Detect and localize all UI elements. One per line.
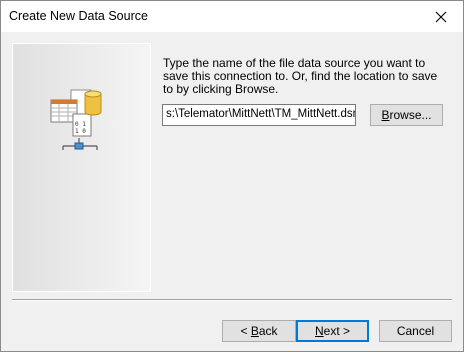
- wizard-image-panel: 0 1 1 0: [12, 43, 151, 292]
- next-button[interactable]: Next >: [296, 320, 369, 342]
- browse-button[interactable]: Browse...: [370, 104, 443, 126]
- next-label: ext >: [323, 324, 351, 338]
- close-button[interactable]: [418, 1, 463, 32]
- create-new-data-source-dialog: Create New Data Source 0 1 1 0 Type the …: [0, 0, 464, 352]
- back-arrow: <: [240, 324, 251, 338]
- browse-label: rowse...: [389, 108, 432, 122]
- window-title: Create New Data Source: [9, 9, 148, 23]
- button-separator: [12, 299, 452, 301]
- file-data-source-path-input[interactable]: s:\Telemator\MittNett\TM_MittNett.dsn: [162, 104, 356, 126]
- cancel-button[interactable]: Cancel: [379, 320, 452, 342]
- cancel-label: Cancel: [396, 324, 435, 338]
- back-button[interactable]: < Back: [222, 320, 296, 342]
- next-accelerator: N: [314, 324, 324, 338]
- title-bar: Create New Data Source: [1, 1, 463, 32]
- svg-text:1 0: 1 0: [75, 128, 86, 135]
- data-source-wizard-icon: 0 1 1 0: [50, 89, 102, 150]
- back-accelerator: B: [250, 324, 259, 338]
- browse-accelerator: B: [381, 108, 390, 122]
- svg-text:0 1: 0 1: [75, 121, 86, 128]
- back-label: ack: [258, 324, 278, 338]
- close-icon: [435, 11, 446, 22]
- instruction-text: Type the name of the file data source yo…: [163, 56, 438, 96]
- dialog-content: 0 1 1 0 Type the name of the file data s…: [1, 32, 463, 351]
